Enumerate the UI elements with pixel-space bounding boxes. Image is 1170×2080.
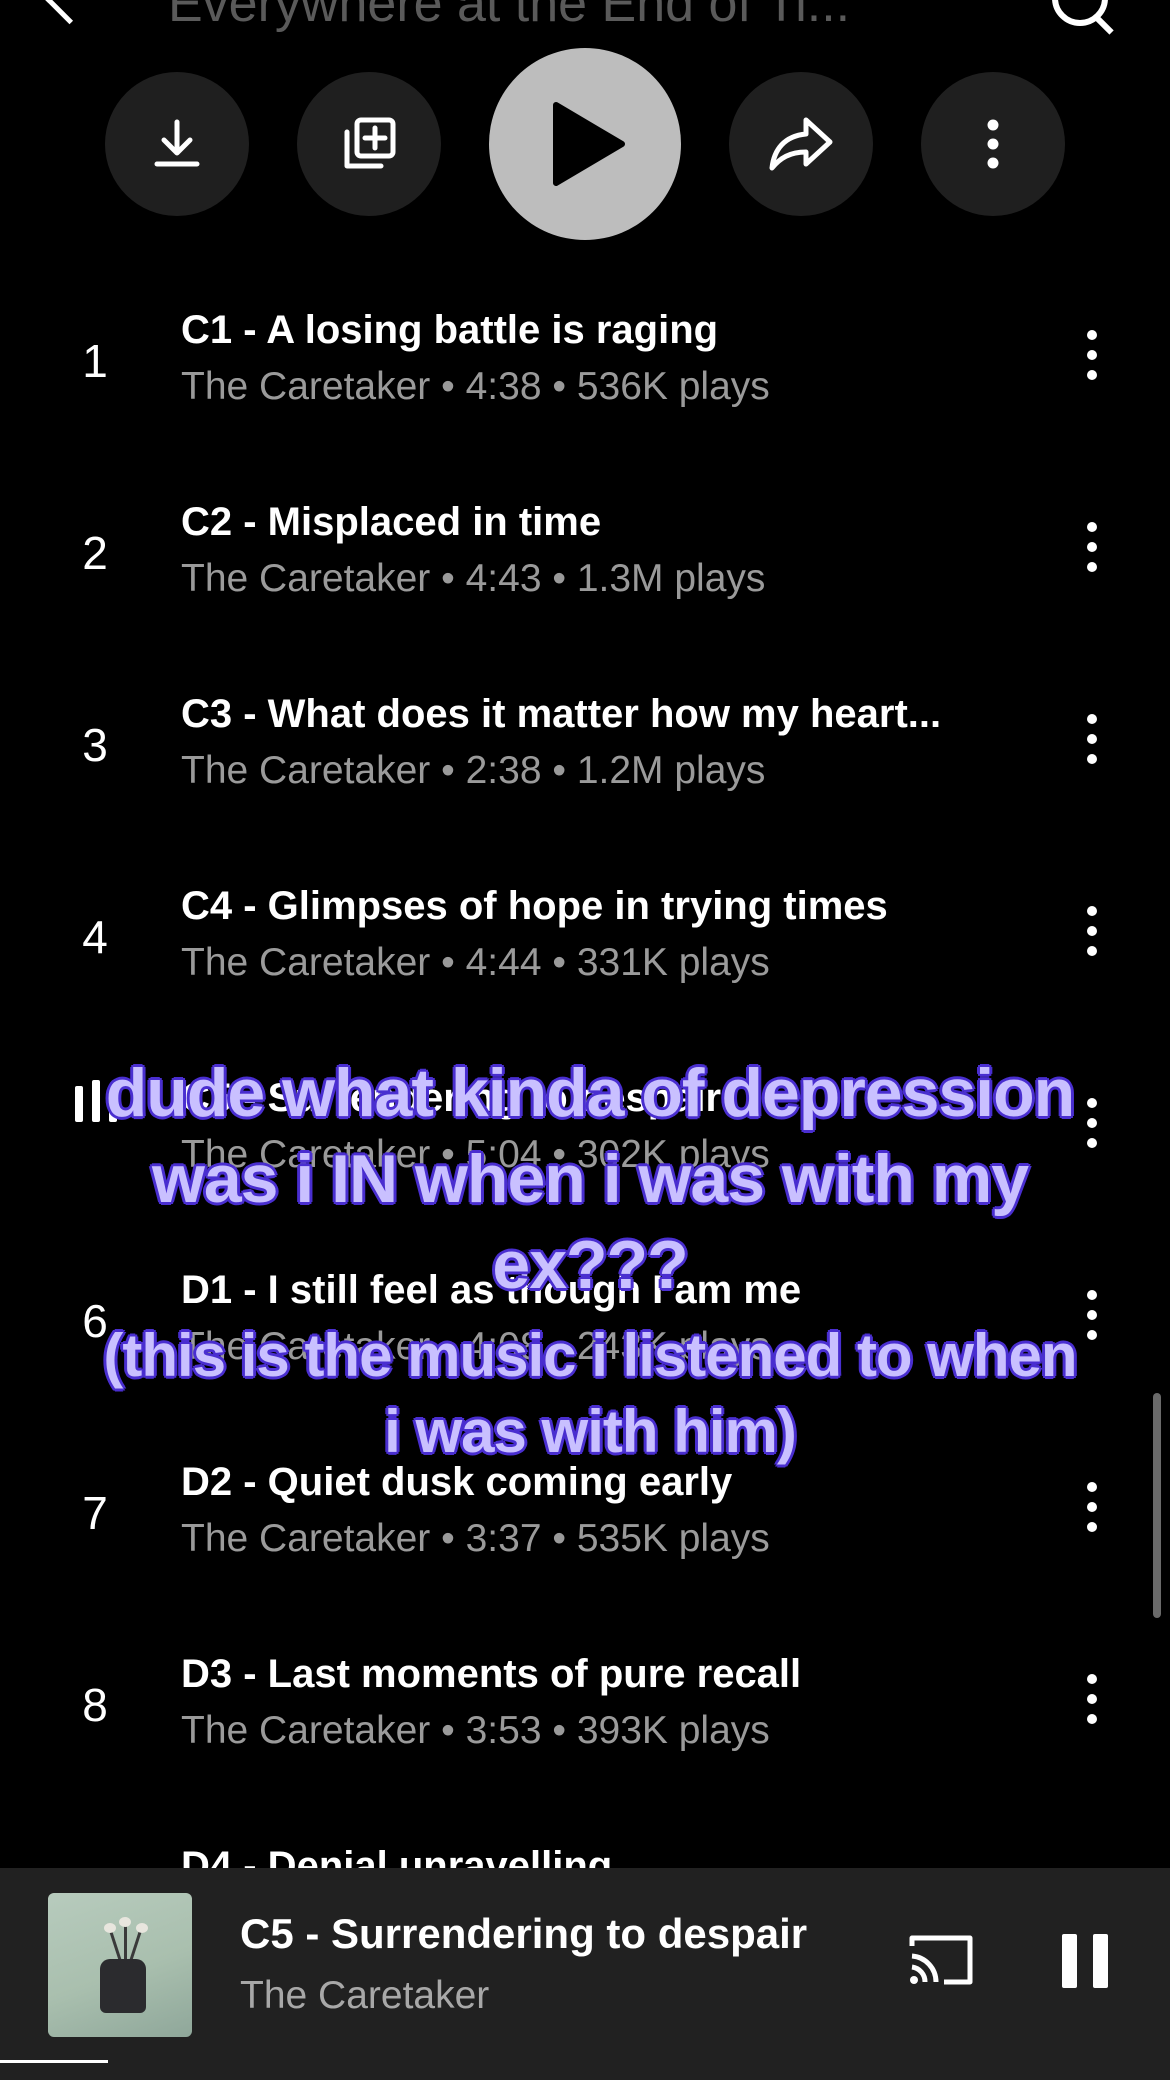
track-number: 2 [82,527,108,579]
mini-player[interactable]: C5 - Surrendering to despair The Caretak… [0,1868,1170,2080]
back-icon[interactable] [44,0,95,25]
track-number: 7 [82,1487,108,1539]
track-title: C4 - Glimpses of hope in trying times [181,884,888,928]
track-more-icon[interactable] [1074,330,1110,386]
track-number: 1 [82,335,108,387]
share-button[interactable] [729,72,873,216]
scrollbar[interactable] [1153,1393,1161,1618]
track-subtitle: The Caretaker • 3:37 • 535K plays [181,1517,770,1560]
track-title: D3 - Last moments of pure recall [181,1652,802,1696]
track-row[interactable]: 2 C2 - Misplaced in time The Caretaker •… [0,454,1170,646]
caption-main: dude what kinda of depression was i IN w… [105,1055,1075,1303]
track-title: C2 - Misplaced in time [181,500,602,544]
download-button[interactable] [105,72,249,216]
track-subtitle: The Caretaker • 4:44 • 331K plays [181,941,770,984]
album-art [48,1893,192,2037]
top-bar: Everywhere at the End of Ti... [0,0,1170,40]
track-row[interactable]: 8 D3 - Last moments of pure recall The C… [0,1606,1170,1798]
play-button[interactable] [489,48,681,240]
track-number: 8 [82,1679,108,1731]
track-more-icon[interactable] [1074,522,1110,578]
cast-icon[interactable] [906,1930,976,1990]
track-row[interactable]: 9 D4 - Denial unravelling [0,1798,1170,1872]
playback-progress [0,2060,108,2063]
mini-player-title: C5 - Surrendering to despair [240,1910,808,1957]
track-more-icon[interactable] [1074,714,1110,770]
track-row[interactable]: 3 C3 - What does it matter how my heart.… [0,646,1170,838]
add-to-library-icon [344,117,396,169]
caption-sub: (this is the music i listened to when i … [103,1322,1077,1465]
track-number: 4 [82,911,108,963]
more-button[interactable] [921,72,1065,216]
track-subtitle: The Caretaker • 4:43 • 1.3M plays [181,557,766,600]
track-subtitle: The Caretaker • 2:38 • 1.2M plays [181,749,766,792]
search-icon[interactable] [1052,0,1108,26]
caption-overlay: dude what kinda of depression was i IN w… [100,1050,1080,1470]
mini-player-artist: The Caretaker [240,1974,490,2017]
track-title: C1 - A losing battle is raging [181,308,719,352]
track-more-icon[interactable] [1074,1674,1110,1730]
track-title: C3 - What does it matter how my heart... [181,692,942,736]
track-row[interactable]: 1 C1 - A losing battle is raging The Car… [0,262,1170,454]
pause-button[interactable] [1062,1934,1108,1988]
track-row[interactable]: 4 C4 - Glimpses of hope in trying times … [0,838,1170,1030]
action-bar [0,48,1170,240]
track-number: 3 [82,719,108,771]
save-to-library-button[interactable] [297,72,441,216]
more-vertical-icon [987,119,999,169]
track-more-icon[interactable] [1074,1482,1110,1538]
download-icon [154,119,200,167]
track-subtitle: The Caretaker • 3:53 • 393K plays [181,1709,770,1752]
track-more-icon[interactable] [1074,906,1110,962]
play-icon [553,102,625,186]
share-icon [769,117,833,171]
playlist-title: Everywhere at the End of Ti... [168,0,851,33]
track-subtitle: The Caretaker • 4:38 • 536K plays [181,365,770,408]
